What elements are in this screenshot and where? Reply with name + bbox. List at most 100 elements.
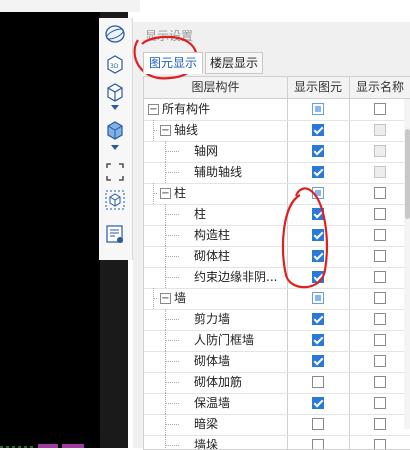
view-settings-icon[interactable] [103,222,127,246]
table-row[interactable]: 人防门框墙 [144,330,410,352]
layer-label: 保温墙 [194,396,231,410]
show-element-checkbox[interactable] [312,334,324,346]
show-name-checkbox[interactable] [374,292,386,304]
tree-guide-line [165,340,179,341]
solid-cube-icon[interactable] [103,118,127,142]
table-row[interactable]: 约束边缘非阴... [144,267,410,289]
column-header-show-element[interactable]: 显示图元 [287,77,349,98]
show-element-checkbox[interactable] [312,124,324,136]
show-name-checkbox[interactable] [374,124,386,136]
layer-label: 柱 [174,186,187,200]
show-element-checkbox[interactable] [312,187,324,199]
collapse-toggle-icon[interactable]: − [148,104,159,115]
sphere-icon[interactable] [103,22,127,46]
collapse-toggle-icon[interactable]: − [160,125,171,136]
tree-guide-line [165,424,179,425]
show-element-checkbox[interactable] [312,103,324,115]
show-name-checkbox[interactable] [374,313,386,325]
collapse-toggle-icon[interactable]: − [160,188,171,199]
layer-label: 墙 [174,291,187,305]
column-header-layer[interactable]: 图层构件 [144,77,287,98]
show-element-checkbox[interactable] [312,355,324,367]
show-name-checkbox[interactable] [374,229,386,241]
show-element-checkbox[interactable] [312,313,324,325]
dropdown-arrow-icon[interactable] [103,102,127,114]
table-row[interactable]: 保温墙 [144,393,410,415]
show-name-checkbox[interactable] [374,145,386,157]
tree-guide-line [165,403,179,404]
table-header: 图层构件 显示图元 显示名称 [144,77,410,99]
table-row[interactable]: 轴网 [144,141,410,163]
tree-guide-line [165,151,179,152]
show-element-checkbox[interactable] [312,397,324,409]
show-element-checkbox[interactable] [312,250,324,262]
show-element-checkbox[interactable] [312,439,324,449]
table-row[interactable]: 砌体墙 [144,351,410,373]
view-toolbar: 3D [99,18,133,260]
table-row[interactable]: 构造柱 [144,225,410,247]
svg-text:3D: 3D [110,63,119,70]
layer-label: 暗梁 [194,417,219,431]
tree-guide-line [165,235,179,236]
show-name-checkbox[interactable] [374,355,386,367]
table-row[interactable]: 柱 [144,204,410,226]
tree-guide-line [165,256,179,257]
table-row[interactable]: 暗梁 [144,414,410,436]
show-name-checkbox[interactable] [374,166,386,178]
show-name-checkbox[interactable] [374,187,386,199]
layer-label: 柱 [194,207,207,221]
show-name-checkbox[interactable] [374,271,386,283]
collapse-toggle-icon[interactable]: − [160,293,171,304]
table-row[interactable]: 砌体柱 [144,246,410,268]
3d-box-icon[interactable]: 3D [103,52,127,76]
show-element-checkbox[interactable] [312,271,324,283]
dropdown-arrow-icon[interactable] [103,142,127,154]
layer-label: 砌体墙 [194,354,231,368]
show-name-checkbox[interactable] [374,376,386,388]
scrollbar-thumb[interactable] [405,129,410,219]
vertical-scrollbar[interactable] [404,99,410,429]
table-row[interactable]: − 所有构件 [144,99,410,121]
layer-table: 图层构件 显示图元 显示名称 − 所有构件 − 轴线 轴网 辅助轴线 − 柱柱构造柱 砌体柱 约束… [143,76,410,450]
column-header-show-name[interactable]: 显示名称 [349,77,410,98]
table-row[interactable]: − 墙 [144,288,410,310]
show-name-checkbox[interactable] [374,250,386,262]
layer-label: 人防门框墙 [194,333,255,347]
canvas-element [38,444,58,448]
show-name-checkbox[interactable] [374,418,386,430]
show-name-checkbox[interactable] [374,439,386,449]
selection-frame-icon[interactable] [103,160,127,184]
layer-label: 砌体柱 [194,249,231,263]
show-element-checkbox[interactable] [312,208,324,220]
layer-label: 轴网 [194,144,219,158]
canvas-element [62,444,84,448]
table-row[interactable]: 剪力墙 [144,309,410,331]
layer-label: 约束边缘非阴... [194,270,278,284]
tree-guide-line [165,445,179,446]
layer-label: 辅助轴线 [194,165,243,179]
table-row[interactable]: 砌体加筋 [144,372,410,394]
show-element-checkbox[interactable] [312,166,324,178]
tab-element-display[interactable]: 图元显示 [143,52,203,74]
show-element-checkbox[interactable] [312,418,324,430]
show-name-checkbox[interactable] [374,334,386,346]
show-element-checkbox[interactable] [312,292,324,304]
layer-label: 所有构件 [162,102,211,116]
show-element-checkbox[interactable] [312,376,324,388]
show-name-checkbox[interactable] [374,103,386,115]
drawing-canvas[interactable] [0,0,100,448]
tree-guide-line [153,130,157,131]
table-row[interactable]: − 轴线 [144,120,410,142]
show-element-checkbox[interactable] [312,229,324,241]
table-row[interactable]: 辅助轴线 [144,162,410,184]
show-name-checkbox[interactable] [374,208,386,220]
layer-label: 构造柱 [194,228,231,242]
tree-guide-line [165,214,179,215]
wireframe-cube-icon[interactable] [103,80,127,104]
show-element-checkbox[interactable] [312,145,324,157]
show-name-checkbox[interactable] [374,397,386,409]
tree-guide-line [165,277,179,278]
tab-floor-display[interactable]: 楼层显示 [205,52,263,74]
dashed-cube-icon[interactable] [103,188,127,212]
table-row[interactable]: − 柱 [144,183,410,205]
